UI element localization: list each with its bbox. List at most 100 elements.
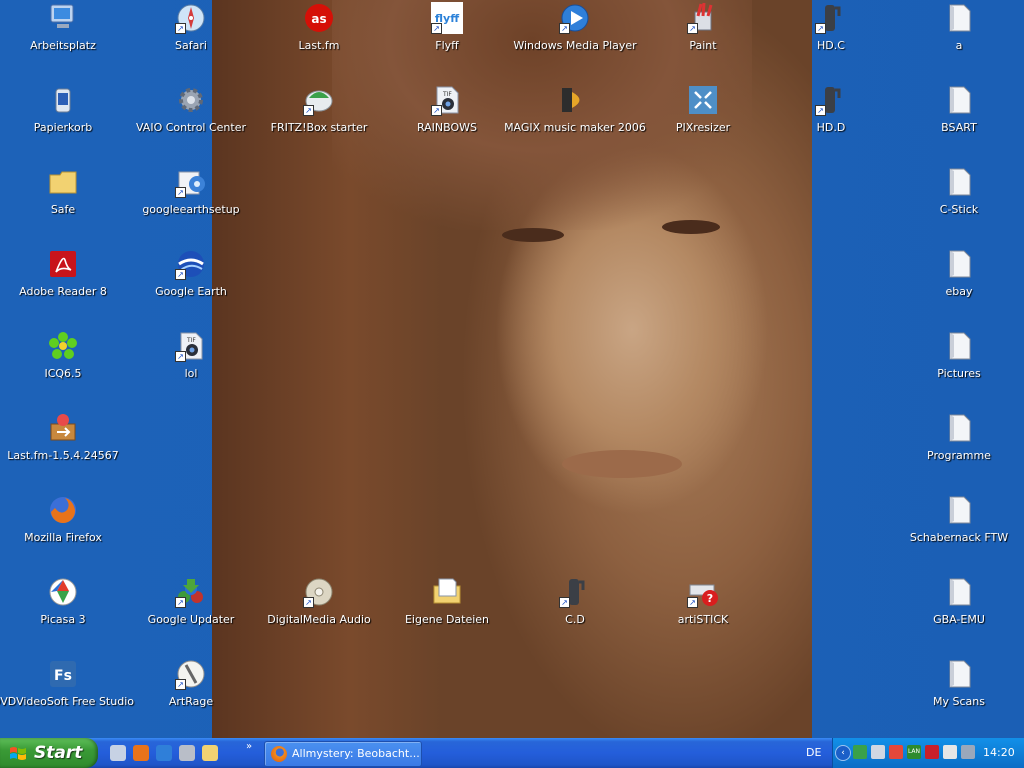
language-indicator[interactable]: DE [806,746,821,759]
desktop-icon[interactable]: Safe [0,165,127,241]
desktop-icon[interactable]: Schabernack FTW [895,493,1023,569]
desktop-icon-label: DigitalMedia Audio [267,613,371,626]
network-icon[interactable] [853,745,867,759]
desktop[interactable]: Arbeitsplatz Papierkorb Safe Adobe Reader 8… [0,0,1024,738]
pinwheel-icon[interactable] [889,745,903,759]
tray-expand-icon[interactable]: ‹ [835,745,851,761]
desktop-icon[interactable]: C-Stick [895,165,1023,241]
folder-icon[interactable] [202,745,218,761]
desktop-icon[interactable]: as Last.fm [255,1,383,77]
shortcut-arrow-icon: ↗ [175,23,186,34]
svg-text:as: as [311,12,326,26]
desktop-icon-label: Eigene Dateien [404,613,490,626]
cd-icon: ↗ [303,576,335,608]
desktop-icon[interactable]: GBA-EMU [895,575,1023,651]
adobe-reader-icon [47,248,79,280]
help-device-icon: ? ↗ [687,576,719,608]
desktop-icon[interactable]: ebay [895,247,1023,323]
desktop-icon[interactable]: Picasa 3 [0,575,127,651]
desktop-icon-label: a [955,39,963,52]
desktop-icon[interactable]: ↗ Windows Media Player [511,1,639,77]
desktop-icon-label: VAIO Control Center [135,121,247,134]
windows-flag-icon [10,747,26,760]
desktop-icon[interactable]: Eigene Dateien [383,575,511,651]
desktop-icon[interactable]: ↗ Google Updater [127,575,255,651]
svg-text:Fs: Fs [54,668,72,684]
shortcut-arrow-icon: ↗ [815,23,826,34]
desktop-icon-label: Adobe Reader 8 [19,285,107,298]
media-player-icon[interactable] [156,745,172,761]
desktop-icon-label: PIXresizer [675,121,731,134]
lan-icon[interactable]: LAN [907,745,921,759]
desktop-icon[interactable]: Mozilla Firefox [0,493,127,569]
desktop-icon[interactable]: Adobe Reader 8 [0,247,127,323]
pixresizer-icon [687,84,719,116]
start-button[interactable]: Start [0,738,98,768]
show-desktop-icon[interactable] [110,745,126,761]
printer-icon[interactable] [943,745,957,759]
desktop-icon-label: Safari [175,39,207,52]
desktop-icon[interactable]: Last.fm-1.5.4.24567 [0,411,127,487]
shortcut-arrow-icon: ↗ [175,351,186,362]
icq-flower-icon [47,330,79,362]
desktop-icon[interactable]: ↗ DigitalMedia Audio [255,575,383,651]
desktop-icon[interactable]: ↗ C.D [511,575,639,651]
desktop-icon[interactable]: ↗ Safari [127,1,255,77]
program-icon[interactable] [179,745,195,761]
setup-icon: ↗ [175,166,207,198]
desktop-icon[interactable]: TIF ↗ RAINBOWS [383,83,511,159]
desktop-icon[interactable]: a [895,1,1023,77]
desktop-icon[interactable]: MAGIX music maker 2006 [504,83,646,159]
desktop-icon[interactable]: ↗ Google Earth [127,247,255,323]
system-tray: ‹ LAN 14:20 [832,738,1024,768]
desktop-icon[interactable]: ↗ HD.C [767,1,895,77]
desktop-icon-label: lol [184,367,198,380]
clock[interactable]: 14:20 [983,746,1015,759]
desktop-icon-label: Pictures [937,367,981,380]
desktop-icon[interactable]: Papierkorb [0,83,127,159]
firefox-icon [47,494,79,526]
desktop-icon-label: HD.C [817,39,845,52]
quick-launch-chevron[interactable]: » [246,741,252,752]
desktop-icon-label: ArtRage [168,695,214,708]
shortcut-arrow-icon: ↗ [303,597,314,608]
desktop-icon[interactable]: Programme [895,411,1023,487]
media-player-icon: ↗ [559,2,591,34]
shortcut-arrow-icon: ↗ [559,597,570,608]
desktop-icon[interactable]: Arbeitsplatz [0,1,127,77]
speaker-icon[interactable] [961,745,975,759]
antivirus-icon[interactable] [925,745,939,759]
desktop-icon[interactable]: Pictures [895,329,1023,405]
desktop-icon[interactable]: ? ↗ artiSTICK [639,575,767,651]
desktop-icon[interactable]: BSART [895,83,1023,159]
picasa-icon [47,576,79,608]
fritzbox-icon: ↗ [303,84,335,116]
desktop-icon[interactable]: ↗ googleearthsetup [127,165,255,241]
desktop-icon[interactable]: Fs DVDVideoSoft Free Studio [0,657,134,733]
desktop-icon[interactable]: TIF ↗ lol [127,329,255,405]
shortcut-arrow-icon: ↗ [815,105,826,116]
desktop-icon-label: ICQ6.5 [44,367,82,380]
desktop-icon-label: Google Updater [147,613,235,626]
desktop-icon[interactable]: ↗ Paint [639,1,767,77]
desktop-icon[interactable]: VAIO Control Center [127,83,255,159]
drive-shortcut-icon: ↗ [815,84,847,116]
taskbar-window-button[interactable]: Allmystery: Beobacht... [264,741,422,767]
shortcut-arrow-icon: ↗ [175,597,186,608]
desktop-icon[interactable]: ICQ6.5 [0,329,127,405]
desktop-icon[interactable]: flyff ↗ Flyff [383,1,511,77]
desktop-icon[interactable]: ↗ FRITZ!Box starter [255,83,383,159]
desktop-icon-label: My Scans [933,695,985,708]
desktop-icon[interactable]: ↗ ArtRage [127,657,255,733]
desktop-icon-label: Paint [689,39,717,52]
shortcut-arrow-icon: ↗ [175,187,186,198]
flyff-icon: flyff ↗ [431,2,463,34]
monitor-icon[interactable] [871,745,885,759]
desktop-icon-label: HD.D [816,121,846,134]
speaker-icon [559,84,591,116]
desktop-icon[interactable]: ↗ HD.D [767,83,895,159]
desktop-icon[interactable]: My Scans [895,657,1023,733]
desktop-icon[interactable]: PIXresizer [639,83,767,159]
firefox-icon[interactable] [133,745,149,761]
shortcut-arrow-icon: ↗ [303,105,314,116]
